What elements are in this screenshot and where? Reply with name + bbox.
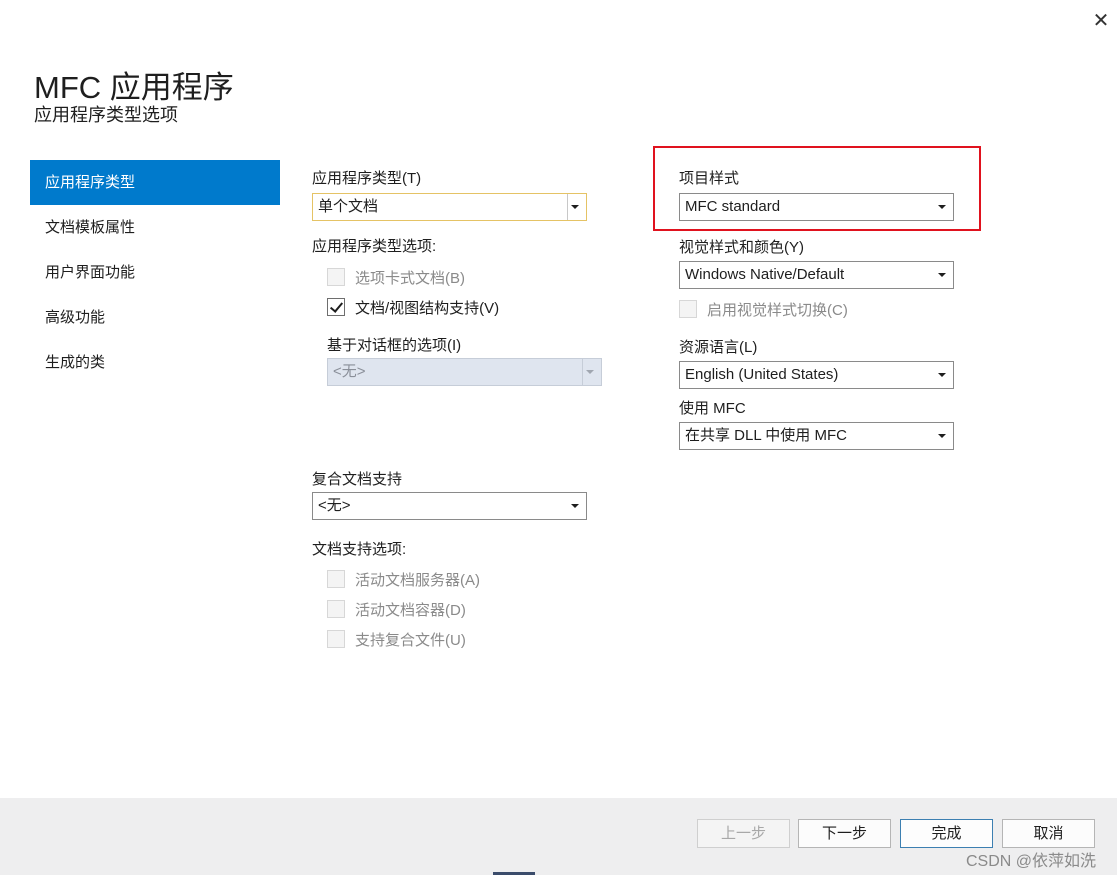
use-mfc-dropdown[interactable]: 在共享 DLL 中使用 MFC xyxy=(679,422,954,450)
cancel-button[interactable]: 取消 xyxy=(1002,819,1095,848)
sidebar-item-advanced[interactable]: 高级功能 xyxy=(30,295,280,340)
active-doc-server-checkbox[interactable] xyxy=(327,570,345,588)
resource-language-dropdown[interactable]: English (United States) xyxy=(679,361,954,389)
close-button[interactable]: ✕ xyxy=(1088,8,1114,34)
dialog-options-value: <无> xyxy=(333,363,366,380)
prev-button[interactable]: 上一步 xyxy=(697,819,790,848)
tabbed-docs-label: 选项卡式文档(B) xyxy=(355,270,465,287)
chevron-down-icon xyxy=(935,362,949,388)
chevron-down-icon xyxy=(935,262,949,288)
visual-style-label: 视觉样式和颜色(Y) xyxy=(679,239,804,256)
tabbed-docs-checkbox[interactable] xyxy=(327,268,345,286)
doc-view-label: 文档/视图结构支持(V) xyxy=(355,300,500,317)
sidebar-item-ui-features[interactable]: 用户界面功能 xyxy=(30,250,280,295)
sidebar-item-app-type[interactable]: 应用程序类型 xyxy=(30,160,280,205)
app-type-label: 应用程序类型(T) xyxy=(312,170,422,187)
chevron-down-icon xyxy=(582,359,597,385)
sidebar-item-doc-template[interactable]: 文档模板属性 xyxy=(30,205,280,250)
compound-doc-value: <无> xyxy=(318,497,351,514)
resource-language-value: English (United States) xyxy=(685,366,839,383)
resource-language-label: 资源语言(L) xyxy=(679,339,758,356)
use-mfc-value: 在共享 DLL 中使用 MFC xyxy=(685,427,847,444)
visual-style-value: Windows Native/Default xyxy=(685,266,845,283)
app-type-value: 单个文档 xyxy=(318,198,379,215)
dialog-subtitle: 应用程序类型选项 xyxy=(34,105,178,125)
chevron-down-icon xyxy=(935,423,949,449)
visual-switch-label: 启用视觉样式切换(C) xyxy=(707,302,848,319)
compound-doc-dropdown[interactable]: <无> xyxy=(312,492,587,520)
app-type-options-label: 应用程序类型选项: xyxy=(312,238,437,255)
watermark-text: CSDN @依萍如洗 xyxy=(966,853,1097,870)
use-mfc-label: 使用 MFC xyxy=(679,400,746,417)
doc-view-checkbox[interactable] xyxy=(327,298,345,316)
sidebar-item-generated-classes[interactable]: 生成的类 xyxy=(30,340,280,385)
next-button[interactable]: 下一步 xyxy=(798,819,891,848)
project-style-value: MFC standard xyxy=(685,198,781,215)
finish-button[interactable]: 完成 xyxy=(900,819,993,848)
project-style-dropdown[interactable]: MFC standard xyxy=(679,193,954,221)
compound-files-checkbox[interactable] xyxy=(327,630,345,648)
dialog-options-dropdown[interactable]: <无> xyxy=(327,358,602,386)
project-style-label: 项目样式 xyxy=(679,170,740,187)
sidebar-nav: 应用程序类型 文档模板属性 用户界面功能 高级功能 生成的类 xyxy=(30,160,280,385)
dialog-options-label: 基于对话框的选项(I) xyxy=(327,337,462,354)
visual-switch-checkbox[interactable] xyxy=(679,300,697,318)
active-doc-container-checkbox[interactable] xyxy=(327,600,345,618)
active-doc-server-label: 活动文档服务器(A) xyxy=(355,572,480,589)
compound-doc-label: 复合文档支持 xyxy=(312,471,403,488)
chevron-down-icon xyxy=(568,493,582,519)
chevron-down-icon xyxy=(935,194,949,220)
active-doc-container-label: 活动文档容器(D) xyxy=(355,602,466,619)
chevron-down-icon xyxy=(567,194,582,220)
compound-files-label: 支持复合文件(U) xyxy=(355,632,466,649)
doc-support-options-label: 文档支持选项: xyxy=(312,541,407,558)
visual-style-dropdown[interactable]: Windows Native/Default xyxy=(679,261,954,289)
app-type-dropdown[interactable]: 单个文档 xyxy=(312,193,587,221)
